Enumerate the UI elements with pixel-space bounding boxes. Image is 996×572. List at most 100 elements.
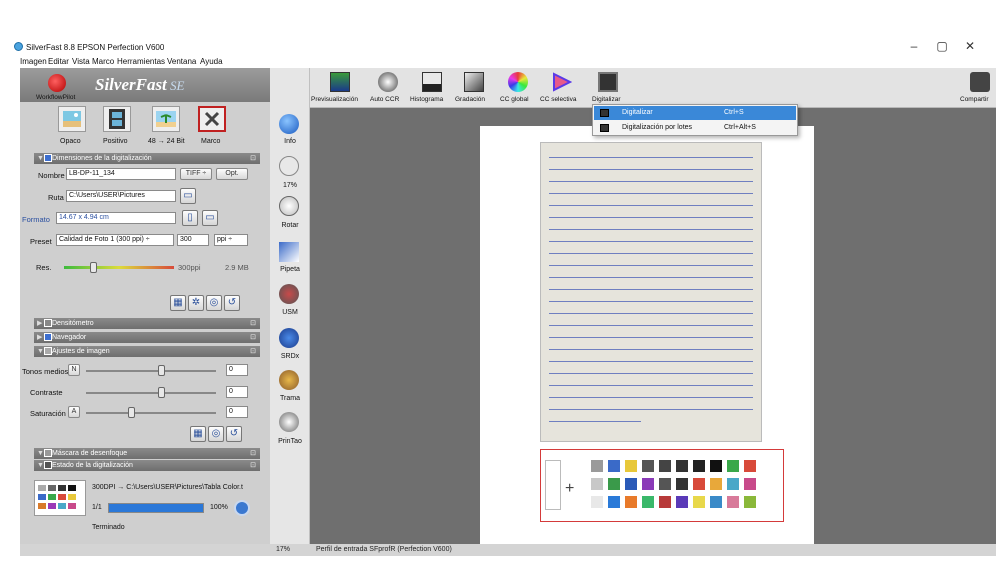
menu-marco[interactable]: Marco (92, 57, 114, 66)
contrast-slider[interactable] (86, 392, 216, 394)
calculator-icon[interactable]: ▦ (190, 426, 206, 442)
saturation-value[interactable]: 0 (226, 406, 248, 418)
format-field[interactable]: 14.67 x 4.94 cm (56, 212, 176, 224)
name-field[interactable]: LB-DP-11_134 (66, 168, 176, 180)
midtones-value[interactable]: 0 (226, 364, 248, 376)
section-navigator[interactable]: ▶ Navegador ⊡ (34, 332, 260, 343)
global-cc-label[interactable]: CC global (500, 96, 529, 103)
selective-cc-label[interactable]: CC selectiva (540, 96, 576, 103)
selective-cc-icon[interactable] (552, 72, 573, 92)
menu-ayuda[interactable]: Ayuda (200, 57, 223, 66)
positive-mode-button[interactable] (103, 106, 131, 132)
section-densitometer[interactable]: ▶ Densitómetro ⊡ (34, 318, 260, 329)
pipette-icon[interactable] (279, 242, 299, 262)
midtones-slider[interactable] (86, 370, 216, 372)
collapse-arrow-icon: ▼ (37, 348, 44, 355)
scan-done-label: Terminado (92, 524, 125, 531)
opaque-mode-button[interactable] (58, 106, 86, 132)
menu-herramientas[interactable]: Herramientas (117, 57, 165, 66)
contrast-knob[interactable] (158, 387, 165, 398)
menu-ventana[interactable]: Ventana (167, 57, 196, 66)
close-button[interactable]: ✕ (960, 38, 980, 54)
reset-icon[interactable]: ↺ (226, 426, 242, 442)
gear-icon[interactable]: ✲ (188, 295, 204, 311)
menu-item-scan[interactable]: Digitalizar Ctrl+S (594, 106, 796, 120)
magnifier-icon[interactable]: ◎ (206, 295, 222, 311)
rotate-label: Rotar (281, 222, 299, 229)
histogram-label[interactable]: Histograma (410, 96, 443, 103)
preset-select[interactable]: Calidad de Foto 1 (300 ppi) ÷ (56, 234, 174, 246)
menu-item-scan-label: Digitalizar (622, 109, 653, 116)
scan-label[interactable]: Digitalizar (592, 96, 621, 103)
minimize-button[interactable]: – (904, 38, 924, 54)
section-adjust[interactable]: ▼ Ajustes de imagen ⊡ (34, 346, 260, 357)
menu-item-scan-shortcut: Ctrl+S (724, 109, 744, 116)
magnifier-icon[interactable]: ◎ (208, 426, 224, 442)
saturation-slider[interactable] (86, 412, 216, 414)
densitometer-icon (44, 319, 52, 327)
panel-menu-icon[interactable]: ⊡ (250, 448, 256, 459)
bit-depth-label: 48 → 24 Bit (148, 138, 185, 145)
gradation-label[interactable]: Gradación (455, 96, 485, 103)
saturation-knob[interactable] (128, 407, 135, 418)
midtones-knob[interactable] (158, 365, 165, 376)
calculator-icon[interactable]: ▦ (170, 295, 186, 311)
preview-label[interactable]: Previsualización (311, 96, 358, 103)
scan-info-icon[interactable] (234, 500, 250, 516)
orientation-landscape-icon[interactable]: ▭ (202, 210, 218, 226)
status-zoom: 17% (276, 546, 291, 553)
resolution-knob[interactable] (90, 262, 97, 273)
menu-vista[interactable]: Vista (72, 57, 90, 66)
color-patch (744, 496, 756, 508)
histogram-icon[interactable] (422, 72, 442, 92)
section-unsharp[interactable]: ▼ Máscara de desenfoque ⊡ (34, 448, 260, 459)
rotate-icon[interactable] (279, 196, 299, 216)
share-icon[interactable] (970, 72, 990, 92)
file-format-select[interactable]: TIFF ÷ (180, 168, 212, 180)
section-status[interactable]: ▼ Estado de la digitalización ⊡ (34, 460, 260, 471)
dpi-field[interactable]: 300 (177, 234, 209, 246)
saturation-mode-button[interactable]: A (68, 406, 80, 418)
printao-icon[interactable] (279, 412, 299, 432)
frame-mode-button[interactable] (198, 106, 226, 132)
resolution-slider[interactable] (64, 266, 174, 269)
dpi-unit-select[interactable]: ppi ÷ (214, 234, 248, 246)
auto-ccr-label[interactable]: Auto CCR (370, 96, 399, 103)
menu-editar[interactable]: Editar (48, 57, 69, 66)
maximize-button[interactable]: ▢ (932, 38, 952, 54)
folder-icon[interactable]: ▭ (180, 188, 196, 204)
srdx-icon[interactable] (279, 328, 299, 348)
panel-menu-icon[interactable]: ⊡ (250, 332, 256, 343)
menu-imagen[interactable]: Imagen (20, 57, 47, 66)
workflowpilot-icon[interactable] (48, 74, 66, 92)
section-dimensions[interactable]: ▼ Dimensiones de la digitalización ⊡ (34, 153, 260, 164)
panel-menu-icon[interactable]: ⊡ (250, 153, 256, 164)
options-button[interactable]: Opt. (216, 168, 248, 180)
color-chart-frame[interactable]: + (540, 449, 784, 522)
handwriting-line (549, 205, 753, 206)
bit-depth-button[interactable] (152, 106, 180, 132)
zoom-icon[interactable] (279, 156, 299, 176)
share-label[interactable]: Compartir (960, 96, 989, 103)
info-icon[interactable] (279, 114, 299, 134)
reset-icon[interactable]: ↺ (224, 295, 240, 311)
midtones-mode-button[interactable]: N (68, 364, 80, 376)
panel-menu-icon[interactable]: ⊡ (250, 346, 256, 357)
orientation-portrait-icon[interactable]: ▯ (182, 210, 198, 226)
contrast-value[interactable]: 0 (226, 386, 248, 398)
auto-ccr-icon[interactable] (378, 72, 398, 92)
color-patch (591, 496, 603, 508)
panel-menu-icon[interactable]: ⊡ (250, 460, 256, 471)
color-patch (693, 460, 705, 472)
global-cc-icon[interactable] (508, 72, 528, 92)
scan-icon[interactable] (598, 72, 618, 92)
panel-menu-icon[interactable]: ⊡ (250, 318, 256, 329)
usm-icon[interactable] (279, 284, 299, 304)
gradation-icon[interactable] (464, 72, 484, 92)
saturation-label: Saturación (30, 409, 66, 418)
path-field[interactable]: C:\Users\USER\Pictures (66, 190, 176, 202)
preview-icon[interactable] (330, 72, 350, 92)
halftone-icon[interactable] (279, 370, 299, 390)
menu-item-batch-scan[interactable]: Digitalización por lotes Ctrl+Alt+S (594, 121, 796, 135)
handwritten-page[interactable] (540, 142, 762, 442)
